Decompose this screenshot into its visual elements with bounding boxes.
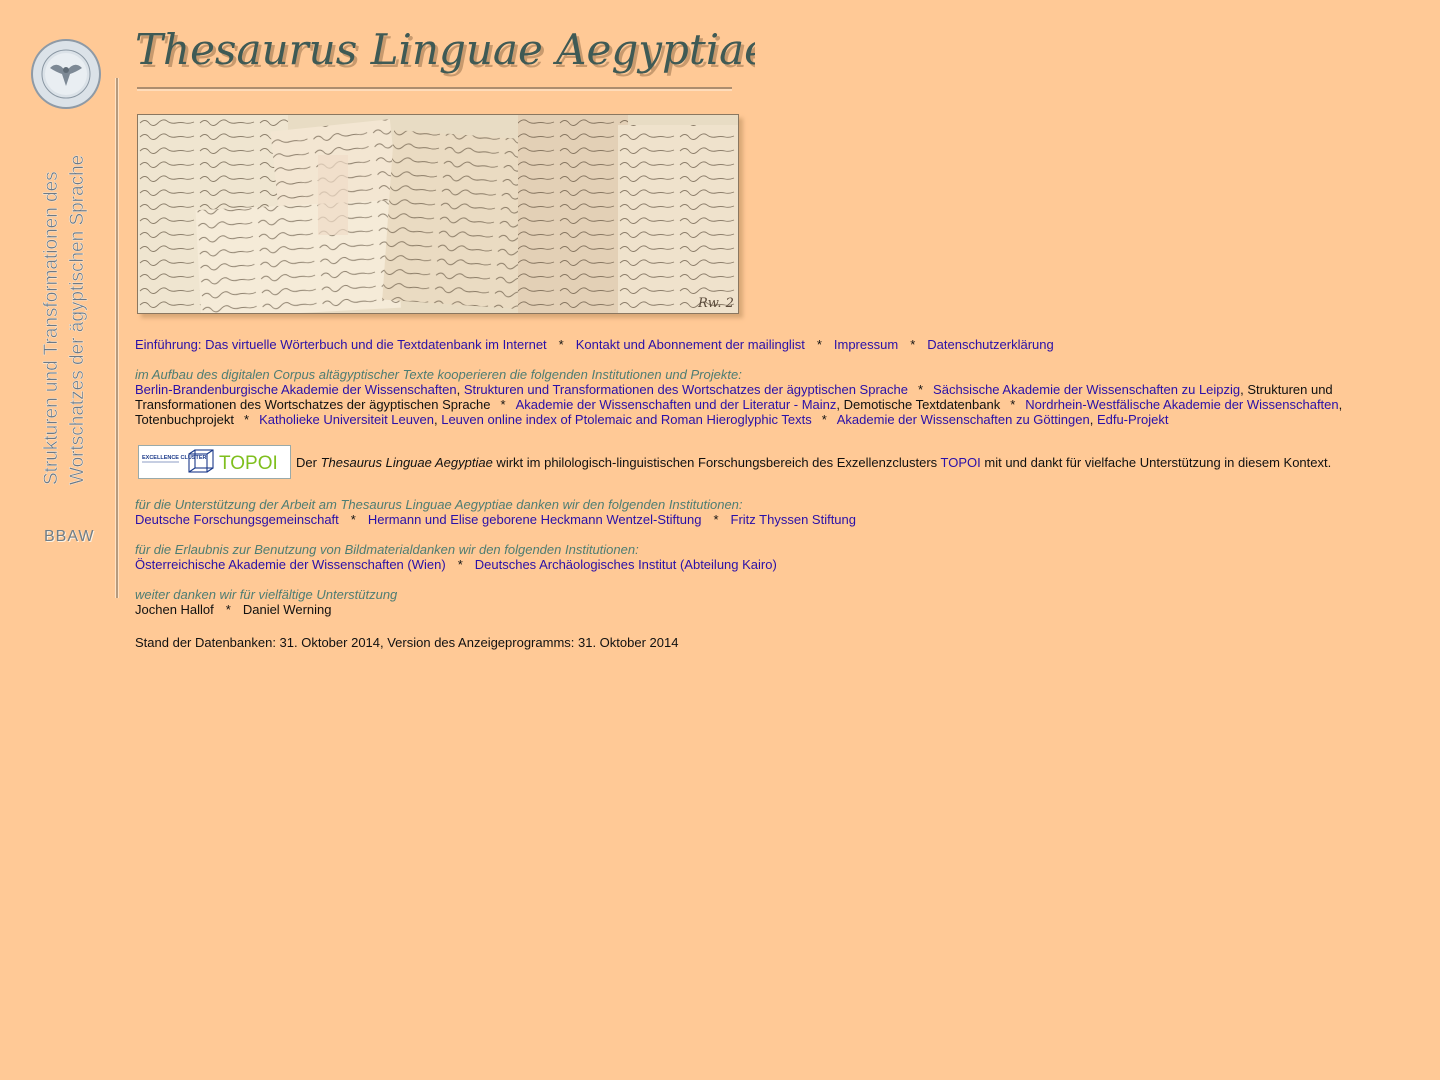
link-oeaw[interactable]: Österreichische Akademie der Wissenschaf… (135, 557, 446, 572)
link-thyssen-stiftung[interactable]: Fritz Thyssen Stiftung (731, 512, 856, 527)
database-version-footer: Stand der Datenbanken: 31. Oktober 2014,… (135, 635, 679, 650)
bbaw-seal-logo[interactable] (30, 38, 102, 110)
link-leuven-index[interactable]: Leuven online index of Ptolemaic and Rom… (441, 412, 811, 427)
link-wentzel-stiftung[interactable]: Hermann und Elise geborene Heckmann Went… (368, 512, 702, 527)
image-permission-section: für die Erlaubnis zur Benutzung von Bild… (135, 542, 1360, 572)
bbaw-label[interactable]: BBAW (44, 528, 95, 546)
link-structures-project[interactable]: Strukturen und Transformationen des Wort… (464, 382, 908, 397)
svg-text:EXCELLENCE CLUSTER: EXCELLENCE CLUSTER (142, 455, 207, 461)
photo-caption: Rw. 2 (697, 296, 734, 311)
topoi-section: EXCELLENCE CLUSTER TOPOI Der Thesaurus L… (135, 445, 1360, 479)
nav-privacy-link[interactable]: Datenschutzerklärung (927, 337, 1053, 352)
link-edfu-project[interactable]: Edfu-Projekt (1097, 412, 1169, 427)
cooperation-list: Berlin-Brandenburgische Akademie der Wis… (135, 382, 1343, 427)
link-goettingen-academy[interactable]: Akademie der Wissenschaften zu Göttingen (837, 412, 1090, 427)
link-saxon-academy[interactable]: Sächsische Akademie der Wissenschaften z… (933, 382, 1240, 397)
topoi-link[interactable]: TOPOI (941, 455, 981, 470)
cooperation-section: im Aufbau des digitalen Corpus altägypti… (135, 367, 1360, 427)
svg-text:TOPOI: TOPOI (219, 453, 278, 474)
nav-impressum-link[interactable]: Impressum (834, 337, 898, 352)
svg-text:Wortschatzes der ägyptischen S: Wortschatzes der ägyptischen Sprache (67, 155, 88, 485)
link-bbaw[interactable]: Berlin-Brandenburgische Akademie der Wis… (135, 382, 457, 397)
thanks-intro: weiter danken wir für vielfältige Unters… (135, 587, 398, 602)
svg-text:Thesaurus Linguae Aegyptiae: Thesaurus Linguae Aegyptiae (135, 25, 755, 74)
link-nrw-academy[interactable]: Nordrhein-Westfälische Akademie der Wiss… (1025, 397, 1338, 412)
link-dai-kairo[interactable]: Deutsches Archäologisches Institut (Abte… (475, 557, 777, 572)
sidebar-divider (115, 78, 119, 598)
nav-intro-link[interactable]: Einführung: Das virtuelle Wörterbuch und… (135, 337, 547, 352)
manuscript-banner-image: Rw. 2 (137, 114, 739, 314)
thanks-section: weiter danken wir für vielfältige Unters… (135, 587, 1360, 617)
main-content: Einführung: Das virtuelle Wörterbuch und… (135, 337, 1360, 650)
support-section: für die Unterstützung der Arbeit am Thes… (135, 497, 1360, 527)
topoi-logo[interactable]: EXCELLENCE CLUSTER TOPOI (138, 445, 291, 479)
svg-text:Strukturen und Transformatione: Strukturen und Transformationen des (41, 171, 62, 485)
person-name: Daniel Werning (242, 602, 332, 617)
support-intro: für die Unterstützung der Arbeit am Thes… (135, 497, 743, 512)
nav-links: Einführung: Das virtuelle Wörterbuch und… (135, 337, 1054, 352)
image-permission-intro: für die Erlaubnis zur Benutzung von Bild… (135, 542, 639, 557)
link-mainz-academy[interactable]: Akademie der Wissenschaften und der Lite… (516, 397, 837, 412)
nav-contact-link[interactable]: Kontakt und Abonnement der mailinglist (576, 337, 805, 352)
cooperation-intro: im Aufbau des digitalen Corpus altägypti… (135, 367, 742, 382)
link-dfg[interactable]: Deutsche Forschungsgemeinschaft (135, 512, 339, 527)
page-title: Thesaurus Linguae Aegyptiae Thesaurus Li… (135, 25, 755, 91)
sidebar-vertical-title: Strukturen und Transformationen des Wort… (41, 155, 88, 486)
link-leuven[interactable]: Katholieke Universiteit Leuven (259, 412, 434, 427)
topoi-text: Der Thesaurus Linguae Aegyptiae wirkt im… (296, 454, 1332, 470)
person-name: Jochen Hallof (135, 602, 214, 617)
